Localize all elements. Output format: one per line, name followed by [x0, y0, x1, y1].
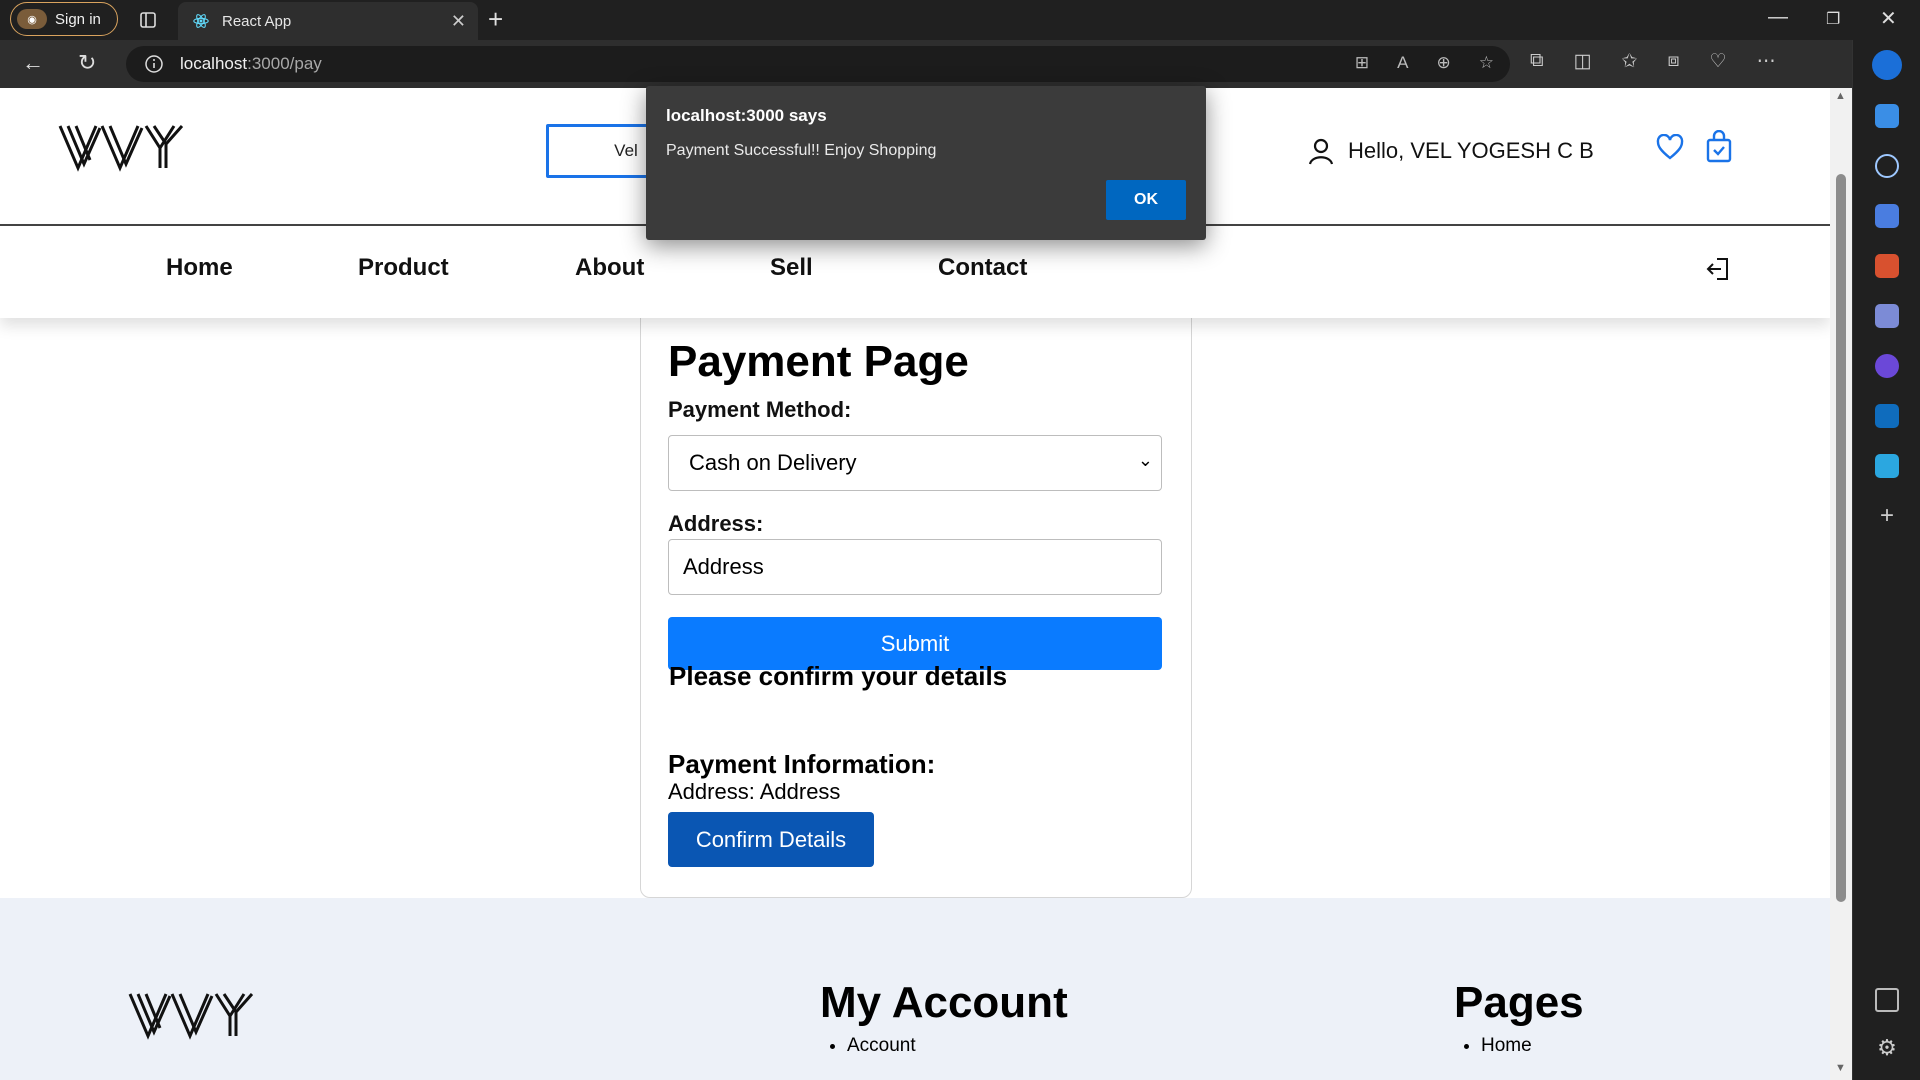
search-icon[interactable] [1875, 154, 1899, 178]
edge-sidebar: + ⚙ [1852, 40, 1920, 1080]
games-icon[interactable] [1875, 304, 1899, 328]
split-screen-icon[interactable]: ◫ [1574, 50, 1592, 73]
shopping-bag-icon[interactable] [1705, 130, 1733, 164]
confirm-prompt: Please confirm your details [669, 661, 1008, 691]
user-greeting[interactable]: Hello, VEL YOGESH C B [1308, 137, 1594, 165]
chevron-down-icon: ⌄ [1137, 450, 1153, 470]
site-footer: My Account Account Pages Home [0, 898, 1830, 1080]
minimize-icon[interactable]: — [1768, 6, 1788, 29]
wishlist-heart-icon[interactable] [1656, 134, 1684, 160]
react-logo-icon [193, 14, 209, 28]
address-input[interactable]: Address [668, 539, 1162, 595]
hide-sidebar-icon[interactable] [1875, 988, 1899, 1012]
nav-about[interactable]: About [575, 254, 644, 282]
greeting-text: Hello, VEL YOGESH C B [1348, 138, 1594, 163]
footer-my-account-title: My Account [820, 978, 1068, 1027]
restore-icon[interactable]: ❐ [1826, 9, 1840, 29]
signin-label: Sign in [55, 10, 101, 28]
drop-icon[interactable] [1875, 454, 1899, 478]
scroll-up-icon[interactable]: ▲ [1835, 90, 1846, 102]
footer-link-home[interactable]: Home [1481, 1032, 1532, 1060]
address-label: Address: [668, 511, 764, 536]
page-scrollbar[interactable]: ▲ ▼ [1830, 88, 1852, 1080]
footer-brand-logo[interactable] [126, 988, 260, 1042]
performance-icon[interactable]: ♡ [1710, 50, 1727, 73]
copilot-icon[interactable] [1872, 50, 1902, 80]
browser-toolbar: ← ↻ localhost:3000/pay ⊞ A ⊕ ☆ ⧉ ◫ ✩ ⧈ ♡… [0, 40, 1920, 88]
tab-title: React App [222, 12, 292, 30]
url-path: :3000/pay [247, 54, 322, 73]
read-aloud-icon[interactable]: A [1397, 53, 1408, 73]
payment-method-select[interactable]: Cash on Delivery ⌄ [668, 435, 1162, 491]
notifications-icon[interactable] [1875, 104, 1899, 128]
footer-pages-list: Home [1455, 1032, 1532, 1060]
alert-dialog: localhost:3000 says Payment Successful!!… [646, 86, 1206, 240]
footer-pages-title: Pages [1454, 978, 1584, 1027]
nav-sell[interactable]: Sell [770, 254, 813, 282]
back-icon[interactable]: ← [22, 50, 44, 76]
payment-info-address: Address: Address [668, 779, 841, 804]
nav-home[interactable]: Home [166, 254, 233, 282]
close-tab-icon[interactable]: ✕ [451, 11, 466, 32]
shopping-icon[interactable] [1875, 204, 1899, 228]
payment-card: Payment Page Payment Method: Cash on Del… [640, 308, 1192, 898]
outlook-icon[interactable] [1875, 404, 1899, 428]
favorite-star-icon[interactable]: ☆ [1479, 53, 1494, 73]
footer-my-account-list: Account [821, 1032, 916, 1060]
tools-icon[interactable] [1875, 254, 1899, 278]
refresh-icon[interactable]: ↻ [78, 50, 96, 76]
scrollbar-thumb[interactable] [1836, 174, 1846, 902]
dialog-ok-button[interactable]: OK [1106, 180, 1186, 220]
payment-info-heading: Payment Information: [668, 749, 936, 779]
nav-product[interactable]: Product [358, 254, 449, 282]
collections-icon[interactable]: ⧈ [1667, 50, 1679, 73]
favorites-icon[interactable]: ✩ [1622, 50, 1638, 73]
dialog-title: localhost:3000 says [666, 106, 827, 125]
extensions-icon[interactable]: ⧉ [1530, 50, 1544, 73]
close-window-icon[interactable]: ✕ [1880, 6, 1897, 31]
page-title: Payment Page [668, 337, 969, 386]
tab-actions-icon[interactable] [138, 10, 158, 30]
more-menu-icon[interactable]: ⋯ [1757, 50, 1776, 73]
add-sidebar-app-icon[interactable]: + [1875, 504, 1899, 528]
app-available-icon[interactable]: ⊞ [1355, 53, 1369, 73]
confirm-details-button[interactable]: Confirm Details [668, 812, 874, 867]
microsoft365-icon[interactable] [1875, 354, 1899, 378]
browser-tab[interactable]: React App ✕ [178, 2, 478, 40]
nav-contact[interactable]: Contact [938, 254, 1027, 282]
new-tab-icon[interactable]: + [488, 4, 503, 35]
user-icon [1308, 138, 1334, 165]
browser-tab-bar: ◉ Sign in React App ✕ + — ❐ ✕ [0, 0, 1920, 40]
address-bar[interactable]: localhost:3000/pay ⊞ A ⊕ ☆ [126, 46, 1510, 82]
site-info-icon[interactable] [144, 54, 164, 74]
scroll-down-icon[interactable]: ▼ [1835, 1062, 1846, 1074]
payment-method-value: Cash on Delivery [689, 450, 857, 475]
payment-method-label: Payment Method: [668, 397, 852, 422]
profile-signin-button[interactable]: ◉ Sign in [10, 2, 118, 36]
footer-link-account[interactable]: Account [847, 1032, 916, 1060]
url-host: localhost [180, 54, 248, 73]
logout-icon[interactable] [1705, 256, 1731, 282]
dialog-message: Payment Successful!! Enjoy Shopping [666, 142, 937, 159]
settings-gear-icon[interactable]: ⚙ [1875, 1036, 1899, 1060]
brand-logo[interactable] [56, 120, 190, 174]
zoom-icon[interactable]: ⊕ [1437, 53, 1451, 73]
avatar-icon: ◉ [17, 9, 47, 29]
